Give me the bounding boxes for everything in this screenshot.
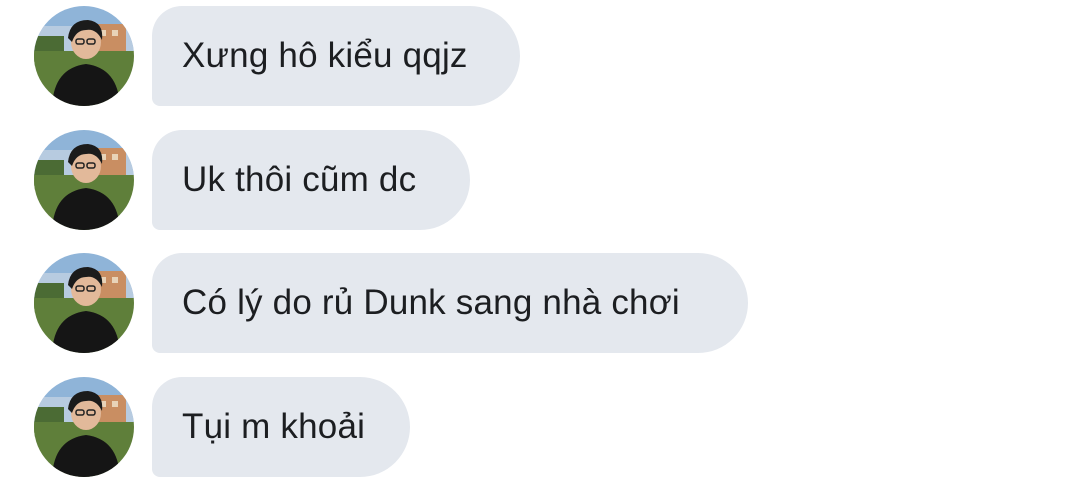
message-thread: Xưng hô kiểu qqjz Uk thôi cũm dc Có lý d… [0,0,1080,495]
sender-avatar[interactable] [34,377,134,477]
message-text: Có lý do rủ Dunk sang nhà chơi [182,283,680,322]
message-bubble[interactable]: Xưng hô kiểu qqjz [152,6,520,106]
message-text: Tụi m khoải [182,407,366,446]
message-text: Xưng hô kiểu qqjz [182,36,468,75]
sender-avatar[interactable] [34,6,134,106]
sender-avatar[interactable] [34,253,134,353]
message-bubble[interactable]: Uk thôi cũm dc [152,130,470,230]
message-row: Tụi m khoải [0,371,1080,477]
message-bubble[interactable]: Có lý do rủ Dunk sang nhà chơi [152,253,748,353]
message-row: Có lý do rủ Dunk sang nhà chơi [0,247,1080,353]
message-text: Uk thôi cũm dc [182,160,417,199]
message-bubble[interactable]: Tụi m khoải [152,377,410,477]
message-row: Uk thôi cũm dc [0,124,1080,230]
sender-avatar[interactable] [34,130,134,230]
message-row: Xưng hô kiểu qqjz [0,0,1080,106]
